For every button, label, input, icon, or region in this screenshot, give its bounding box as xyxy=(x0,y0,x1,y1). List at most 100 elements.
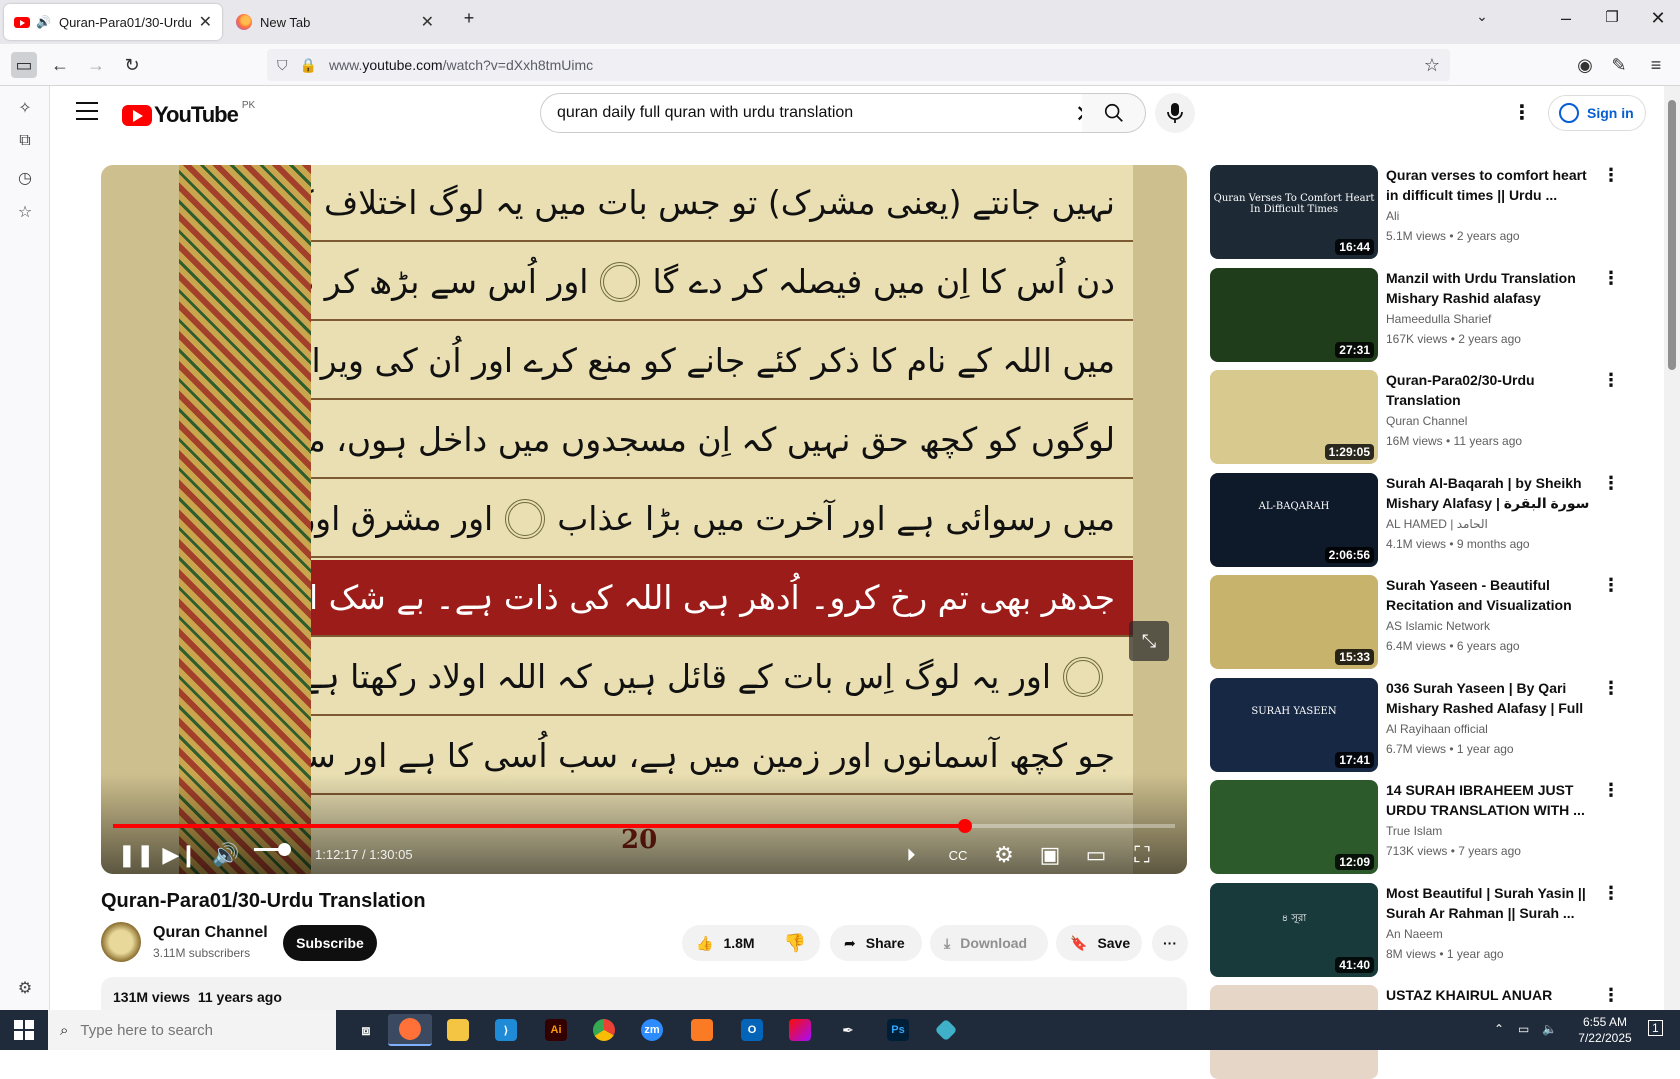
action-menu-icon[interactable]: ⋮ xyxy=(1602,370,1620,391)
more-actions-button[interactable]: ··· xyxy=(1152,925,1188,961)
youtube-logo[interactable]: YouTube PK xyxy=(122,100,255,128)
video-thumbnail[interactable]: 15:33 xyxy=(1210,575,1378,669)
progress-bar[interactable] xyxy=(113,819,1175,833)
chrome-icon[interactable] xyxy=(582,1014,626,1046)
firefox-taskbar-icon[interactable] xyxy=(388,1014,432,1046)
file-explorer-icon[interactable] xyxy=(436,1014,480,1046)
video-player[interactable]: نہیں جانتے (یعنی مشرک) تو جس بات میں یہ … xyxy=(101,165,1187,874)
list-all-tabs-chevron-icon[interactable]: ⌄ xyxy=(1468,8,1496,25)
restore-icon[interactable]: ❐ xyxy=(1598,8,1626,26)
autoplay-toggle-icon[interactable]: ⏵ xyxy=(891,837,931,873)
video-thumbnail[interactable]: ৪ সূরা 41:40 xyxy=(1210,882,1378,977)
action-menu-icon[interactable]: ⋮ xyxy=(1602,780,1620,801)
xampp-icon[interactable] xyxy=(680,1014,724,1046)
dislike-thumbs-down-icon[interactable]: 👎 xyxy=(784,933,806,954)
recommendation-title[interactable]: Quran-Para02/30-Urdu Translation xyxy=(1386,370,1592,410)
recommendation-channel[interactable]: Ali xyxy=(1386,209,1592,223)
recommendation-item[interactable]: Quran Verses To Comfort Heart In Difficu… xyxy=(1210,165,1630,259)
bookmarks-star-icon[interactable]: ☆ xyxy=(14,202,36,224)
customize-sidebar-gear-icon[interactable]: ⚙ xyxy=(14,978,36,1000)
recommendation-channel[interactable]: AL HAMED | الحامد xyxy=(1386,517,1592,531)
action-menu-icon[interactable]: ⋮ xyxy=(1602,678,1620,699)
recommendation-item[interactable]: ৪ সূরা 41:40 Most Beautiful | Surah Yasin … xyxy=(1210,882,1630,977)
save-button[interactable]: 🔖 Save xyxy=(1056,925,1142,961)
sidebar-toggle-icon[interactable]: ▭ xyxy=(11,52,37,78)
subscribe-button[interactable]: Subscribe xyxy=(283,925,377,961)
pause-button[interactable]: ❚❚ xyxy=(118,837,155,873)
volume-icon[interactable]: 🔊 xyxy=(211,837,241,873)
search-box[interactable]: ✕ xyxy=(540,93,1106,133)
fullscreen-button[interactable]: ⛶ xyxy=(1127,837,1157,873)
miniplayer-button[interactable]: ▣ xyxy=(1035,837,1065,873)
photoshop-icon[interactable]: Ps xyxy=(876,1014,920,1046)
windows-start-icon[interactable] xyxy=(14,1020,34,1040)
notification-center-icon[interactable]: 1 xyxy=(1648,1020,1663,1036)
video-thumbnail[interactable]: 12:09 xyxy=(1210,780,1378,874)
back-arrow-icon[interactable]: ← xyxy=(47,52,73,78)
next-button[interactable]: ▶❙ xyxy=(162,837,197,873)
system-clock[interactable]: 6:55 AM 7/22/2025 xyxy=(1570,1014,1640,1046)
video-thumbnail[interactable]: 27:31 xyxy=(1210,267,1378,362)
theater-mode-button[interactable]: ▭ xyxy=(1081,837,1111,873)
new-tab-plus-icon[interactable]: + xyxy=(455,8,483,29)
address-bar[interactable]: ⛉ 🔒 www.youtube.com/watch?v=dXxh8tmUimc … xyxy=(267,49,1450,81)
recommendation-title[interactable]: 14 SURAH IBRAHEEM JUST URDU TRANSLATION … xyxy=(1386,780,1592,820)
description-box[interactable]: 131M views 11 years ago xyxy=(101,977,1187,1010)
recommendation-item[interactable]: SURAH YASEEN 17:41 036 Surah Yaseen | By Q… xyxy=(1210,677,1630,772)
lock-icon[interactable]: 🔒 xyxy=(300,57,317,74)
video-thumbnail[interactable]: 1:29:05 xyxy=(1210,370,1378,464)
recommendation-title[interactable]: Surah Yaseen - Beautiful Recitation and … xyxy=(1386,575,1592,615)
recommendation-channel[interactable]: Hameedulla Sharief xyxy=(1386,312,1592,326)
search-button[interactable] xyxy=(1082,93,1146,133)
tracking-shield-icon[interactable]: ⛉ xyxy=(277,57,288,74)
recommendation-item[interactable]: 12:09 14 SURAH IBRAHEEM JUST URDU TRANSLA… xyxy=(1210,780,1630,874)
ai-chatbot-icon[interactable]: ✧ xyxy=(14,98,36,120)
network-icon[interactable]: ▭ xyxy=(1518,1022,1529,1036)
action-menu-icon[interactable]: ⋮ xyxy=(1602,268,1620,289)
captions-button[interactable]: CC xyxy=(943,837,973,873)
creative-cloud-icon[interactable] xyxy=(778,1014,822,1046)
settings-gear-icon[interactable]: ⚙ xyxy=(989,837,1019,873)
tab-youtube[interactable]: 🔊 Quran-Para01/30-Urdu Translation - You… xyxy=(4,4,222,40)
recommendation-item[interactable]: 1:29:05 Quran-Para02/30-Urdu Translation Q… xyxy=(1210,370,1630,464)
account-icon[interactable]: ◉ xyxy=(1572,52,1598,78)
recommendation-channel[interactable]: True Islam xyxy=(1386,824,1592,838)
app-diamond-icon[interactable] xyxy=(924,1014,968,1046)
history-icon[interactable]: ◷ xyxy=(14,168,36,190)
bookmark-star-icon[interactable]: ☆ xyxy=(1424,55,1440,76)
extensions-icon[interactable]: ✎ xyxy=(1606,52,1632,78)
recommendation-channel[interactable]: An Naeem xyxy=(1386,927,1592,941)
download-button[interactable]: ⤓ Download xyxy=(930,925,1048,961)
guide-menu-icon[interactable] xyxy=(76,102,98,126)
channel-avatar[interactable] xyxy=(101,922,141,962)
like-button[interactable]: 👍 1.8M 👎 xyxy=(682,925,820,961)
tab-new-tab[interactable]: New Tab ✕ xyxy=(226,4,444,40)
page-scrollbar[interactable] xyxy=(1664,86,1680,1010)
recommendation-channel[interactable]: Quran Channel xyxy=(1386,414,1592,428)
outlook-icon[interactable]: O xyxy=(730,1014,774,1046)
recommendation-title[interactable]: Surah Al-Baqarah | by Sheikh Mishary Ala… xyxy=(1386,473,1592,513)
close-tab-icon[interactable]: ✕ xyxy=(199,12,212,32)
pen-tool-icon[interactable]: ✒ xyxy=(826,1014,870,1046)
recommendation-title[interactable]: Most Beautiful | Surah Yasin || Surah Ar… xyxy=(1386,883,1592,923)
recommendation-title[interactable]: Manzil with Urdu Translation Mishary Ras… xyxy=(1386,268,1592,308)
taskbar-search-input[interactable] xyxy=(80,1021,261,1039)
speaker-icon[interactable]: 🔈 xyxy=(1542,1022,1557,1036)
app-menu-icon[interactable]: ≡ xyxy=(1643,52,1669,78)
video-thumbnail[interactable]: SURAH YASEEN 17:41 xyxy=(1210,677,1378,772)
task-view-icon[interactable]: ⧈ xyxy=(344,1014,388,1046)
reload-icon[interactable]: ↻ xyxy=(119,52,145,78)
vscode-icon[interactable]: ⟩ xyxy=(484,1014,528,1046)
voice-search-button[interactable] xyxy=(1155,93,1195,133)
share-button[interactable]: ➦ Share xyxy=(830,925,922,961)
close-tab-icon[interactable]: ✕ xyxy=(421,12,434,32)
channel-name[interactable]: Quran Channel xyxy=(153,924,268,942)
action-menu-icon[interactable]: ⋮ xyxy=(1602,473,1620,494)
scrollbar-thumb[interactable] xyxy=(1668,100,1676,370)
recommendation-channel[interactable]: Al Rayihaan official xyxy=(1386,722,1592,736)
audio-playing-icon[interactable]: 🔊 xyxy=(36,15,51,29)
action-menu-icon[interactable]: ⋮ xyxy=(1602,883,1620,904)
action-menu-icon[interactable]: ⋮ xyxy=(1602,985,1620,1006)
recommendation-title[interactable]: 036 Surah Yaseen | By Qari Mishary Rashe… xyxy=(1386,678,1592,718)
recommendation-item[interactable]: 27:31 Manzil with Urdu Translation Mishar… xyxy=(1210,267,1630,362)
